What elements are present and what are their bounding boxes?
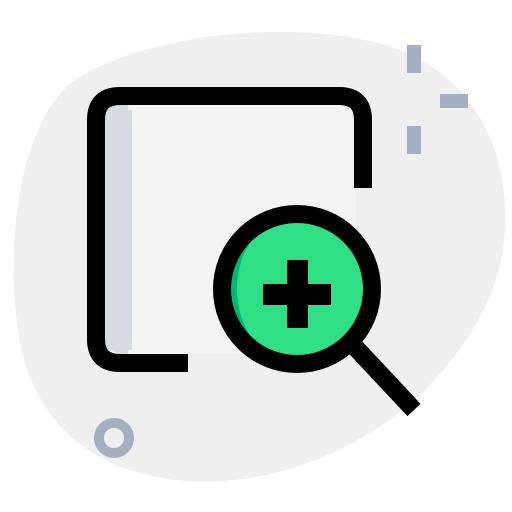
sparkle-line-top — [407, 45, 421, 73]
icon-canvas — [0, 0, 512, 512]
sparkle-line-bottom — [407, 126, 421, 154]
square-shadow-strip — [104, 110, 132, 350]
sparkle-line-right — [440, 94, 468, 108]
zoom-in-square-icon — [13, 31, 506, 482]
